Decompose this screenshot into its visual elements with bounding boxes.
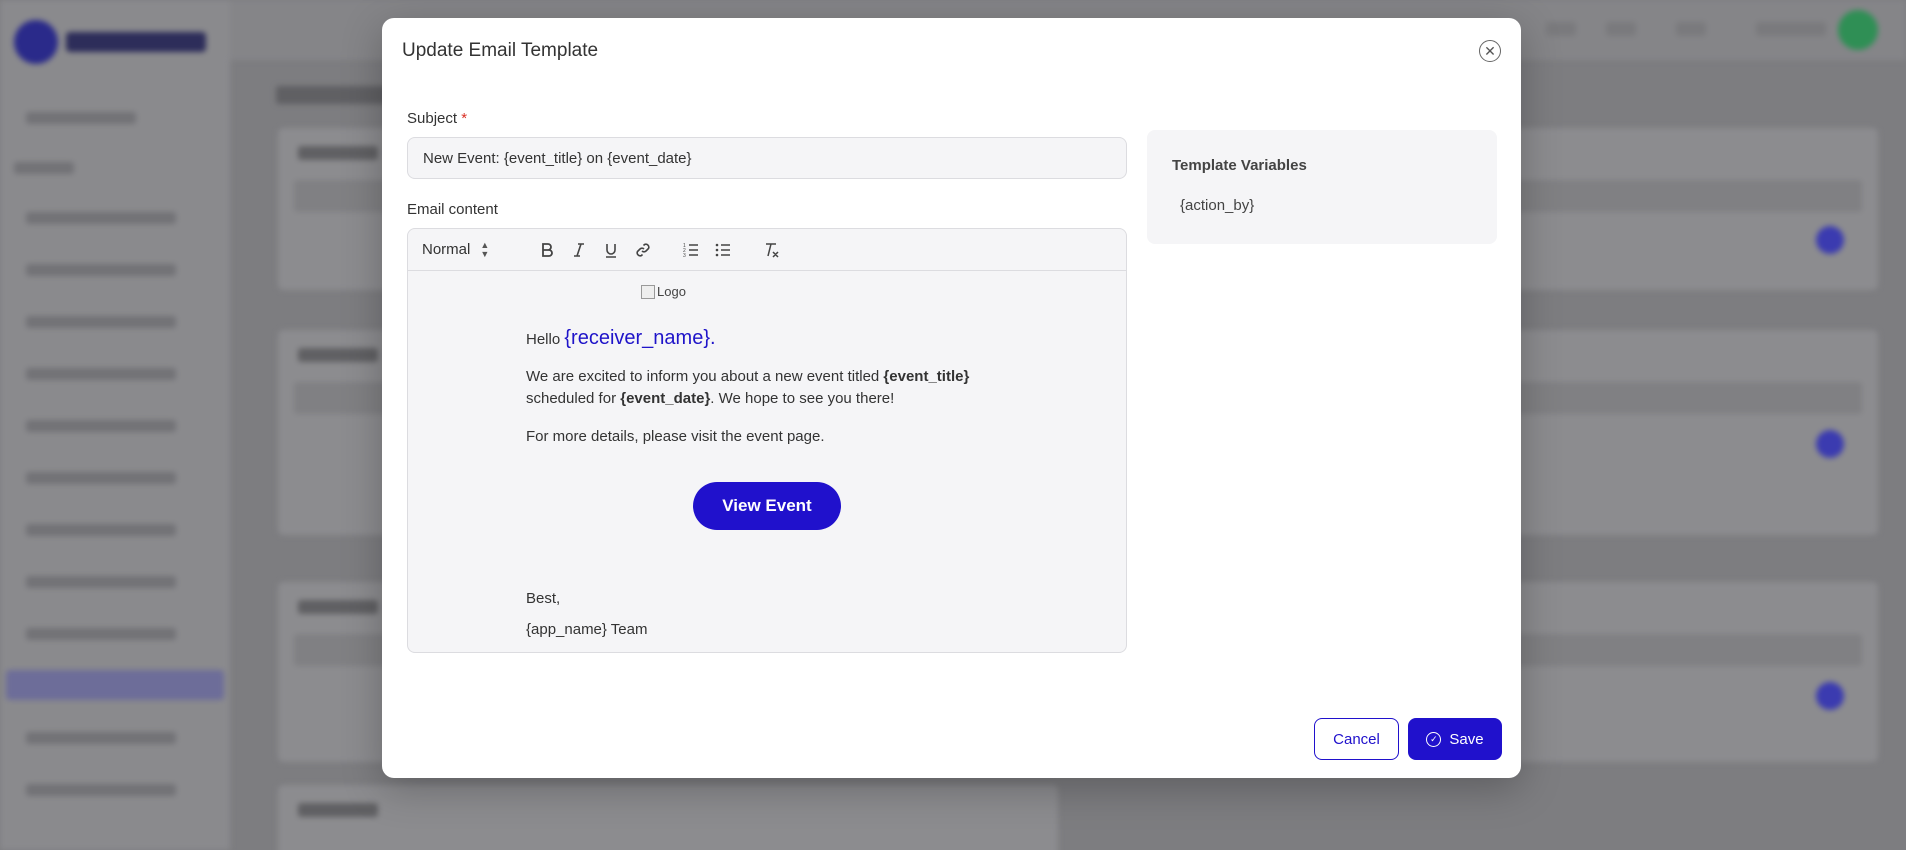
clear-group xyxy=(762,241,780,259)
broken-image-icon xyxy=(641,284,655,299)
select-arrows-icon: ▲ ▼ xyxy=(480,240,490,259)
intro-paragraph: We are excited to inform you about a new… xyxy=(526,368,970,407)
view-event-button[interactable]: View Event xyxy=(693,482,841,530)
underline-icon[interactable] xyxy=(602,241,620,259)
ordered-list-icon[interactable]: 123 xyxy=(682,241,700,259)
link-icon[interactable] xyxy=(634,241,652,259)
update-email-template-modal: Update Email Template ✕ Subject * Email … xyxy=(382,18,1521,778)
subject-input[interactable] xyxy=(407,137,1127,179)
text-format-group xyxy=(538,241,652,259)
format-select[interactable]: Normal ▲ ▼ xyxy=(422,241,522,258)
template-variable-item[interactable]: {action_by} xyxy=(1180,197,1254,214)
svg-text:3: 3 xyxy=(683,253,686,258)
check-circle-icon: ✓ xyxy=(1426,731,1442,747)
details-paragraph: For more details, please visit the event… xyxy=(526,428,825,445)
email-content-label: Email content xyxy=(407,201,498,218)
sign-off: Best, xyxy=(526,590,561,607)
team-signature: {app_name} Team xyxy=(526,621,648,638)
editor-body[interactable]: Logo Hello {receiver_name}. We are excit… xyxy=(408,271,1126,638)
bullet-list-icon[interactable] xyxy=(714,241,732,259)
modal-title: Update Email Template xyxy=(402,40,599,61)
cancel-button[interactable]: Cancel xyxy=(1314,718,1399,760)
list-group: 123 xyxy=(682,241,732,259)
clear-format-icon[interactable] xyxy=(762,241,780,259)
italic-icon[interactable] xyxy=(570,241,588,259)
subject-label: Subject * xyxy=(407,110,468,127)
template-variables-title: Template Variables xyxy=(1172,157,1307,174)
receiver-name-variable: {receiver_name} xyxy=(564,327,711,349)
template-variables-panel: Template Variables {action_by} xyxy=(1147,130,1497,244)
bold-icon[interactable] xyxy=(538,241,556,259)
template-form: Subject * Email content Normal ▲▼ xyxy=(407,110,1127,653)
editor-toolbar: Normal ▲ ▼ 1 2 3 xyxy=(408,229,1126,271)
save-button[interactable]: ✓ Save xyxy=(1408,718,1502,760)
required-mark: * xyxy=(461,110,468,127)
rich-text-editor: Normal ▲ ▼ 1 2 3 Logo Hello {receiver_na… xyxy=(407,228,1127,653)
close-icon[interactable]: ✕ xyxy=(1479,40,1501,62)
logo-image: Logo xyxy=(641,284,686,299)
greeting-line: Hello {receiver_name}. xyxy=(526,327,716,349)
